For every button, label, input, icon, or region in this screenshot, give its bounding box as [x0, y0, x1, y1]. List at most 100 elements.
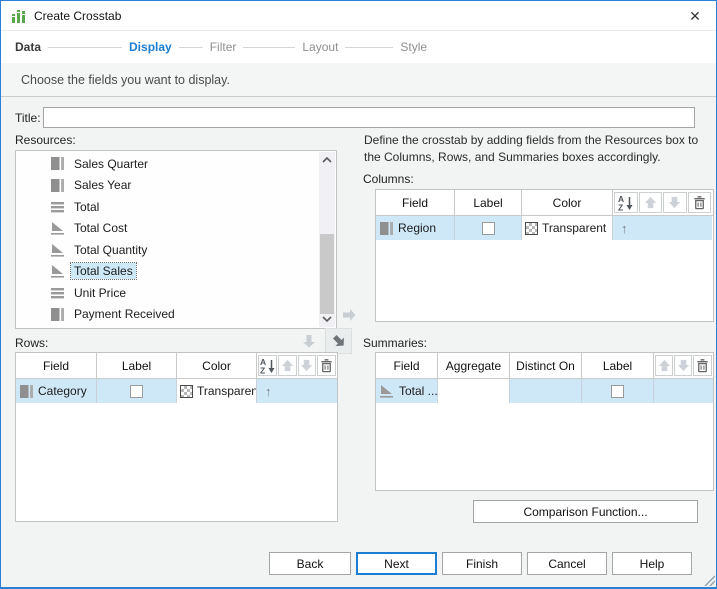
move-down-icon[interactable] — [663, 192, 687, 213]
resource-item-label: Total Quantity — [71, 242, 150, 258]
dimension-field-icon — [380, 222, 393, 235]
column-header-color: Color — [177, 353, 257, 378]
column-header-color: Color — [522, 190, 613, 215]
label-checkbox[interactable] — [482, 222, 495, 235]
label-cell — [582, 379, 654, 403]
field-name: Total ... — [399, 384, 438, 398]
column-header-field: Field — [376, 190, 455, 215]
resource-item[interactable]: Unit Price — [17, 282, 318, 304]
step-connector — [48, 47, 122, 48]
create-crosstab-dialog: Create Crosstab ✕ Data Display Filter La… — [0, 0, 717, 589]
dimension-field-icon — [51, 307, 65, 321]
resource-item[interactable]: Sales Quarter — [17, 153, 318, 175]
resources-scrollbar[interactable] — [319, 152, 335, 327]
step-connector — [179, 47, 203, 48]
tab-display[interactable]: Display — [129, 40, 172, 54]
resource-item[interactable]: Payment Received — [17, 304, 318, 326]
aggregate-cell[interactable] — [438, 379, 510, 403]
window-title: Create Crosstab — [34, 9, 121, 23]
columns-table: Field Label Color AZ Region Transparent — [375, 189, 714, 322]
column-header-field: Field — [376, 353, 438, 378]
svg-text:Z: Z — [260, 365, 265, 375]
comparison-function-button[interactable]: Comparison Function... — [473, 500, 698, 523]
resource-item-label: Sales Year — [71, 177, 134, 193]
formula-field-icon — [51, 200, 65, 214]
distinct-on-cell[interactable] — [510, 379, 582, 403]
resources-label: Resources: — [15, 133, 76, 147]
rows-label: Rows: — [15, 336, 48, 350]
sort-cell: ↑ — [613, 216, 712, 240]
delete-icon[interactable] — [688, 192, 712, 213]
step-connector — [243, 47, 295, 48]
title-input[interactable] — [43, 107, 695, 128]
close-icon[interactable]: ✕ — [684, 6, 706, 26]
color-value: Transparent — [197, 384, 257, 398]
tab-layout[interactable]: Layout — [302, 40, 338, 54]
columns-toolbar: AZ — [613, 190, 712, 215]
summaries-table-row[interactable]: Total ... — [376, 379, 713, 403]
cancel-button[interactable]: Cancel — [527, 552, 607, 575]
scroll-down-icon[interactable] — [319, 313, 335, 325]
rows-table-header: Field Label Color AZ — [16, 353, 337, 379]
move-up-icon[interactable] — [278, 355, 297, 376]
resource-item-label: Unit Price — [71, 285, 129, 301]
step-connector — [345, 47, 393, 48]
instructions-text: Define the crosstab by adding fields fro… — [364, 132, 700, 166]
help-button[interactable]: Help — [612, 552, 692, 575]
move-up-icon[interactable] — [655, 355, 673, 376]
tab-style[interactable]: Style — [400, 40, 427, 54]
resource-item-label: Total — [71, 199, 102, 215]
resource-item-label: Total Sales — [71, 263, 136, 279]
finish-button[interactable]: Finish — [442, 552, 522, 575]
formula-field-icon — [51, 286, 65, 300]
back-button[interactable]: Back — [269, 552, 351, 575]
sort-az-icon[interactable]: AZ — [258, 355, 277, 376]
column-header-label: Label — [455, 190, 522, 215]
move-down-icon[interactable] — [298, 355, 317, 376]
rows-table-row[interactable]: Category Transparent ↑ — [16, 379, 337, 403]
resource-item-label: Total Cost — [71, 220, 130, 236]
wizard-steps: Data Display Filter Layout Style — [1, 31, 716, 63]
scroll-up-icon[interactable] — [319, 154, 335, 166]
resource-item[interactable]: Total Quantity — [17, 239, 318, 261]
column-header-distinct-on: Distinct On — [510, 353, 582, 378]
tab-data[interactable]: Data — [15, 40, 41, 54]
label-cell — [97, 379, 177, 403]
resource-item[interactable]: Sales Year — [17, 175, 318, 197]
rows-table: Field Label Color AZ Category Transparen… — [15, 352, 338, 522]
sort-cell — [654, 379, 713, 403]
summaries-label: Summaries: — [363, 336, 427, 350]
sort-az-icon[interactable]: AZ — [614, 192, 638, 213]
move-to-box-icon[interactable] — [325, 328, 352, 354]
wizard-subtitle: Choose the fields you want to display. — [1, 63, 716, 97]
resource-item[interactable]: Total — [17, 196, 318, 218]
svg-text:Z: Z — [618, 202, 623, 212]
delete-icon[interactable] — [693, 355, 712, 376]
move-right-icon[interactable] — [337, 303, 361, 327]
crosstab-app-icon — [11, 8, 27, 24]
resize-grip[interactable] — [702, 573, 715, 586]
move-up-icon[interactable] — [639, 192, 663, 213]
columns-label: Columns: — [363, 172, 414, 186]
columns-table-row[interactable]: Region Transparent ↑ — [376, 216, 713, 240]
label-checkbox[interactable] — [611, 385, 624, 398]
move-down-icon[interactable] — [674, 355, 692, 376]
resource-item-selected[interactable]: Total Sales — [17, 261, 318, 283]
color-value: Transparent — [542, 221, 606, 235]
scrollbar-thumb[interactable] — [320, 234, 334, 314]
resource-item-label: Payment Received — [71, 306, 178, 322]
color-cell[interactable]: Transparent — [177, 379, 257, 403]
move-down-icon[interactable] — [297, 329, 321, 353]
summaries-toolbar — [654, 353, 713, 378]
measure-field-icon — [380, 384, 394, 398]
delete-icon[interactable] — [317, 355, 336, 376]
next-button[interactable]: Next — [356, 552, 437, 575]
measure-field-icon — [51, 264, 65, 278]
label-checkbox[interactable] — [130, 385, 143, 398]
tab-filter[interactable]: Filter — [210, 40, 237, 54]
sort-cell: ↑ — [257, 379, 337, 403]
color-cell[interactable]: Transparent — [522, 216, 613, 240]
column-header-label: Label — [97, 353, 177, 378]
summaries-table: Field Aggregate Distinct On Label Total … — [375, 352, 714, 491]
resource-item[interactable]: Total Cost — [17, 218, 318, 240]
